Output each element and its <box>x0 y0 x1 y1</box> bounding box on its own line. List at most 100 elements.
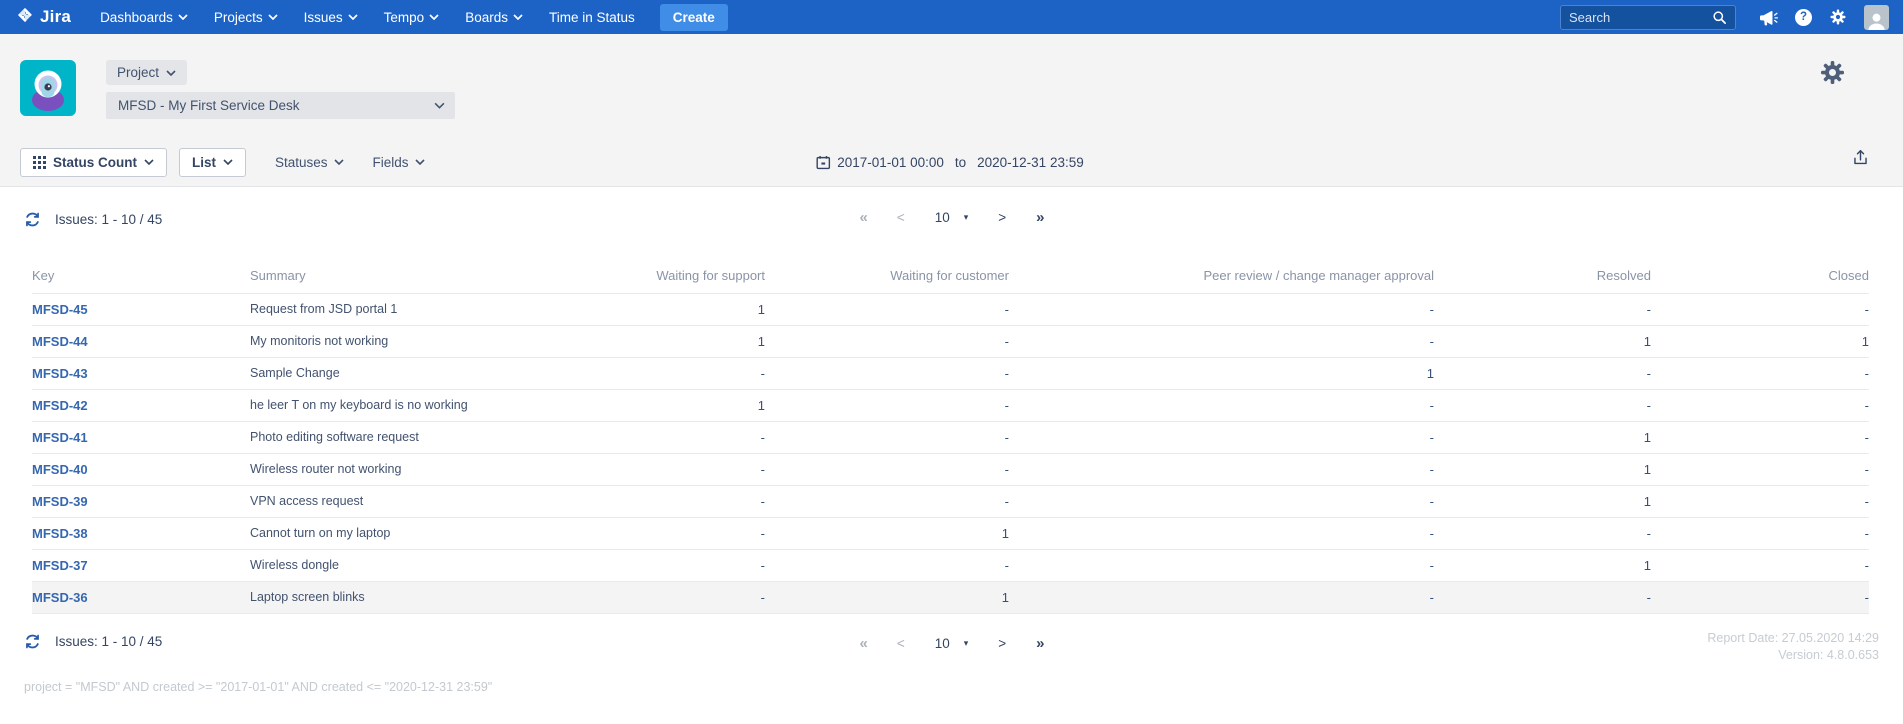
status-count-cell: 1 <box>605 293 765 325</box>
table-row: MFSD-36Laptop screen blinks-1--- <box>32 581 1869 613</box>
settings-gear-icon[interactable] <box>1829 8 1847 26</box>
status-count-cell: 1 <box>1651 325 1869 357</box>
status-count-cell: - <box>605 357 765 389</box>
status-count-cell: - <box>765 389 1009 421</box>
page-size-select[interactable]: 10 ▾ <box>935 210 969 225</box>
pagination-first-button[interactable]: « <box>859 635 866 652</box>
issue-key-link[interactable]: MFSD-36 <box>32 590 88 605</box>
fields-dropdown[interactable]: Fields <box>373 155 425 170</box>
status-count-cell: - <box>765 549 1009 581</box>
page-size-select[interactable]: 10 ▾ <box>935 636 969 651</box>
create-button[interactable]: Create <box>660 4 728 31</box>
issue-key-link[interactable]: MFSD-39 <box>32 494 88 509</box>
issue-key-link[interactable]: MFSD-37 <box>32 558 88 573</box>
key-cell: MFSD-42 <box>32 389 250 421</box>
column-header-summary[interactable]: Summary <box>250 259 605 293</box>
table-row: MFSD-44My monitoris not working1--11 <box>32 325 1869 357</box>
report-header-panel: Project MFSD - My First Service Desk <box>0 34 1903 187</box>
pagination-first-button[interactable]: « <box>859 209 866 226</box>
export-icon[interactable] <box>1851 148 1870 167</box>
issue-key-link[interactable]: MFSD-42 <box>32 398 88 413</box>
nav-item-projects[interactable]: Projects <box>201 0 291 34</box>
nav-item-label: Dashboards <box>100 10 173 25</box>
report-settings-gear-icon[interactable] <box>1818 58 1847 87</box>
chevron-down-icon <box>415 159 425 165</box>
status-count-cell: 1 <box>1434 453 1651 485</box>
nav-item-label: Tempo <box>384 10 425 25</box>
pagination-prev-button[interactable]: < <box>897 210 905 225</box>
pagination-bottom: « < 10 ▾ > » <box>859 635 1043 652</box>
pagination-prev-button[interactable]: < <box>897 636 905 651</box>
table-row: MFSD-42he leer T on my keyboard is no wo… <box>32 389 1869 421</box>
search-input[interactable] <box>1569 10 1712 25</box>
status-count-cell: - <box>1651 485 1869 517</box>
statuses-dropdown[interactable]: Statuses <box>275 155 344 170</box>
issue-summary: Sample Change <box>250 357 605 389</box>
project-select-value: MFSD - My First Service Desk <box>118 98 300 113</box>
layout-button[interactable]: List <box>179 148 246 177</box>
nav-item-label: Time in Status <box>549 10 635 25</box>
fields-label: Fields <box>373 155 409 170</box>
date-to: 2020-12-31 23:59 <box>977 155 1084 170</box>
status-count-cell: - <box>1009 389 1434 421</box>
table-row: MFSD-38Cannot turn on my laptop-1--- <box>32 517 1869 549</box>
issue-key-link[interactable]: MFSD-43 <box>32 366 88 381</box>
search-icon[interactable] <box>1712 10 1727 25</box>
pagination-next-button[interactable]: > <box>998 210 1006 225</box>
nav-item-boards[interactable]: Boards <box>452 0 536 34</box>
announcements-icon[interactable] <box>1759 9 1778 26</box>
nav-item-label: Boards <box>465 10 508 25</box>
project-controls: Project MFSD - My First Service Desk <box>106 60 1879 119</box>
nav-item-dashboards[interactable]: Dashboards <box>87 0 201 34</box>
jira-report-page: Jira Dashboards Projects Issues Tempo Bo… <box>0 0 1903 724</box>
issue-key-link[interactable]: MFSD-41 <box>32 430 88 445</box>
date-from: 2017-01-01 00:00 <box>837 155 944 170</box>
column-header-key[interactable]: Key <box>32 259 250 293</box>
status-count-cell: - <box>605 517 765 549</box>
jira-logo[interactable]: Jira <box>16 6 71 29</box>
column-header-peer-review[interactable]: Peer review / change manager approval <box>1009 259 1434 293</box>
user-avatar[interactable] <box>1864 5 1889 30</box>
key-cell: MFSD-36 <box>32 581 250 613</box>
chevron-down-icon <box>144 159 154 165</box>
nav-item-time-in-status[interactable]: Time in Status <box>536 0 648 34</box>
view-type-button[interactable]: Status Count <box>20 148 167 177</box>
nav-item-tempo[interactable]: Tempo <box>371 0 453 34</box>
issue-key-link[interactable]: MFSD-45 <box>32 302 88 317</box>
refresh-icon[interactable] <box>24 633 41 650</box>
column-header-resolved[interactable]: Resolved <box>1434 259 1651 293</box>
status-count-cell: - <box>1009 325 1434 357</box>
report-toolbar: Status Count List Statuses Fields 2017-0… <box>20 146 1879 178</box>
issue-key-link[interactable]: MFSD-44 <box>32 334 88 349</box>
status-count-cell: 1 <box>765 517 1009 549</box>
project-type-label: Project <box>117 65 159 80</box>
issue-summary: Cannot turn on my laptop <box>250 517 605 549</box>
status-count-cell: - <box>1009 581 1434 613</box>
key-cell: MFSD-38 <box>32 517 250 549</box>
column-header-waiting-for-customer[interactable]: Waiting for customer <box>765 259 1009 293</box>
column-header-closed[interactable]: Closed <box>1651 259 1869 293</box>
page-size-value: 10 <box>935 210 950 225</box>
status-count-cell: 1 <box>1434 485 1651 517</box>
nav-item-issues[interactable]: Issues <box>291 0 371 34</box>
issue-key-link[interactable]: MFSD-38 <box>32 526 88 541</box>
report-info: Report Date: 27.05.2020 14:29 Version: 4… <box>1707 630 1879 664</box>
refresh-icon[interactable] <box>24 211 41 228</box>
issues-table: Key Summary Waiting for support Waiting … <box>32 259 1869 614</box>
table-row: MFSD-40Wireless router not working---1- <box>32 453 1869 485</box>
project-type-button[interactable]: Project <box>106 60 187 85</box>
status-count-cell: - <box>765 293 1009 325</box>
pagination-last-button[interactable]: » <box>1036 635 1043 652</box>
date-range-picker[interactable]: 2017-01-01 00:00 to 2020-12-31 23:59 <box>815 155 1083 170</box>
issue-key-link[interactable]: MFSD-40 <box>32 462 88 477</box>
pagination-last-button[interactable]: » <box>1036 209 1043 226</box>
help-icon[interactable]: ? <box>1795 9 1812 26</box>
project-select[interactable]: MFSD - My First Service Desk <box>106 92 455 119</box>
grid-icon <box>33 156 46 169</box>
pagination-next-button[interactable]: > <box>998 636 1006 651</box>
column-header-waiting-for-support[interactable]: Waiting for support <box>605 259 765 293</box>
help-glyph: ? <box>1795 9 1812 26</box>
status-count-cell: - <box>605 581 765 613</box>
status-count-cell: - <box>605 485 765 517</box>
status-count-cell: - <box>605 421 765 453</box>
